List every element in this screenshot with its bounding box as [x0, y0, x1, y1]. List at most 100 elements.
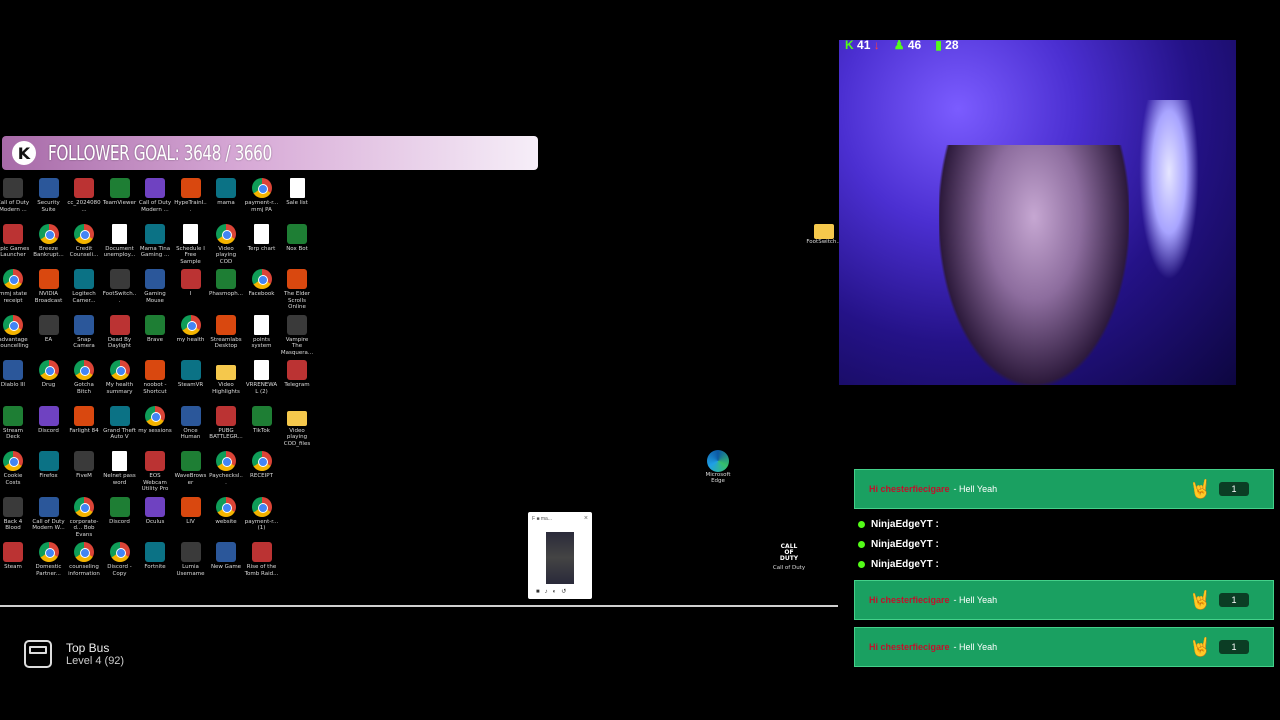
desktop-icon[interactable]: Streamlabs Desktop	[209, 314, 243, 350]
desktop-icon[interactable]: Rise of the Tomb Raid...	[245, 542, 279, 577]
taskbar-window-preview[interactable]: F ■ ma... × ■♪◐↺	[528, 512, 592, 599]
desktop-icon[interactable]: Phasmoph...	[209, 269, 243, 298]
desktop-icon[interactable]: Terp chart	[245, 223, 279, 253]
desktop-icon[interactable]: Video Highlights	[209, 360, 243, 395]
desktop-icon[interactable]: TikTok	[245, 405, 279, 435]
desktop-icon[interactable]: NVIDIA Broadcast	[32, 269, 66, 304]
desktop-icon-microsoft-edge[interactable]: Microsoft Edge	[698, 450, 738, 484]
desktop-icon-label: EA	[44, 336, 53, 343]
desktop-icon[interactable]: Fortnite	[138, 542, 172, 571]
desktop-icon[interactable]: Drug	[32, 360, 66, 389]
desktop-icon[interactable]: Firefox	[32, 451, 66, 480]
desktop-icon[interactable]: New Game	[209, 542, 243, 571]
desktop-icon[interactable]: Video playing COD	[209, 223, 243, 266]
desktop-icon[interactable]: Oculus	[138, 496, 172, 526]
desktop-icon[interactable]: Call of Duty Modern ...	[138, 178, 172, 213]
desktop-icon[interactable]: payment-r... mmj PA	[245, 178, 279, 213]
app-icon	[3, 405, 23, 426]
desktop-icon[interactable]: mmj state receipt	[0, 269, 30, 304]
desktop-icon[interactable]: The Elder Scrolls Online	[280, 269, 314, 311]
desktop-icon[interactable]: Telegram	[280, 360, 314, 389]
desktop-icon[interactable]: EA	[32, 314, 66, 344]
desktop-icon[interactable]: Brave	[138, 314, 172, 344]
desktop-icon[interactable]: website	[209, 496, 243, 526]
chat-username: Hi chesterfiecigare	[869, 642, 950, 652]
desktop-icon-label: website	[215, 518, 237, 525]
desktop-icon[interactable]: TeamViewer	[103, 178, 137, 207]
desktop-icon[interactable]: Lumia Username	[174, 542, 208, 577]
desktop-icon[interactable]: mama	[209, 178, 243, 207]
desktop-icon[interactable]: Credit Counseli...	[67, 223, 101, 259]
desktop-icon[interactable]: Farlight 84	[67, 405, 101, 435]
desktop-icon[interactable]: Stream Deck	[0, 405, 30, 441]
desktop-icon[interactable]: Dead By Daylight	[103, 314, 137, 350]
desktop-icon[interactable]: Breeze Bankrupt...	[32, 223, 66, 259]
desktop-icon[interactable]: EOS Webcam Utility Pro	[138, 451, 172, 493]
desktop-icon-footswitch-folder[interactable]: FootSwitch...	[804, 224, 844, 245]
desktop-icon[interactable]: Grand Theft Auto V	[103, 405, 137, 441]
desktop-icon[interactable]: Call of Duty Modern ...	[0, 178, 30, 213]
desktop-icon[interactable]: my sessions	[138, 405, 172, 435]
desktop-icon[interactable]: Cookie Costs	[0, 451, 30, 486]
desktop-icon[interactable]: Mama Tina Gaming ...	[138, 223, 172, 259]
close-icon[interactable]: ×	[584, 515, 588, 522]
desktop-icon[interactable]: PUBG BATTLEGR...	[209, 405, 243, 441]
desktop-icon[interactable]: advantage councelling	[0, 314, 30, 350]
desktop-icon[interactable]: FootSwitch...	[103, 269, 137, 304]
ghost-decoration	[1139, 100, 1199, 280]
preview-controls[interactable]: ■♪◐↺	[536, 588, 571, 595]
desktop-icon[interactable]: Discord - Copy	[103, 542, 137, 577]
reward-count: 1	[1219, 640, 1249, 654]
desktop-icon[interactable]: WaveBrowser	[174, 451, 208, 486]
desktop-icon[interactable]: noobot - Shortcut	[138, 360, 172, 395]
desktop-icon[interactable]: Nox Bot	[280, 223, 314, 253]
desktop-icon[interactable]: Sale list	[280, 178, 314, 207]
desktop-icon[interactable]: Discord	[103, 496, 137, 526]
desktop-icon[interactable]: Logitech Camer...	[67, 269, 101, 304]
stream-stats: K 41 ↓ ♟ 46 ▮ 28	[845, 38, 959, 52]
desktop-icon[interactable]: Schedule I Free Sample	[174, 223, 208, 266]
app-icon	[109, 269, 130, 289]
desktop-icon[interactable]: Back 4 Blood	[0, 496, 30, 532]
desktop-icon[interactable]: Once Human	[174, 405, 208, 441]
desktop-icon-label: RECEIPT	[250, 473, 273, 479]
desktop-icon[interactable]: Diablo III	[0, 360, 30, 389]
status-dot-icon	[858, 541, 865, 548]
app-icon	[251, 178, 272, 198]
desktop-icon[interactable]: Nelnet pass word	[103, 451, 137, 486]
desktop-icon[interactable]: Gaming Mouse	[138, 269, 172, 304]
desktop-icon[interactable]: Security Suite	[32, 178, 66, 213]
desktop-icon[interactable]: Paychecksl...	[209, 451, 243, 486]
desktop-icon[interactable]: Facebook	[245, 269, 279, 298]
desktop-icon[interactable]: Snap Camera	[67, 314, 101, 350]
desktop-icon[interactable]: corporate-d... Bob Evans	[67, 496, 101, 539]
desktop-icon-call-of-duty[interactable]: CALL OF DUTY Call of Duty	[769, 543, 809, 572]
app-icon	[145, 269, 165, 289]
desktop-icon[interactable]: Video playing COD_files	[280, 406, 314, 448]
desktop-icon[interactable]: my health	[174, 314, 208, 344]
desktop-icon[interactable]: FiveM	[67, 451, 101, 480]
desktop-icon[interactable]: I	[174, 269, 208, 298]
desktop-icon[interactable]: Epic Games Launcher	[0, 223, 30, 259]
desktop-icon[interactable]: points system	[245, 314, 279, 350]
desktop-icon[interactable]: Domestic Partner...	[32, 542, 66, 577]
desktop-icon[interactable]: LIV	[174, 496, 208, 526]
desktop-icon[interactable]: HypeTrainI...	[174, 178, 208, 213]
desktop-icon[interactable]: SteamVR	[174, 360, 208, 389]
call-of-duty-icon: CALL OF DUTY	[779, 543, 799, 562]
desktop-icon[interactable]: cc_2024080...	[67, 178, 101, 213]
desktop-icon[interactable]: Vampire The Masquera...	[280, 314, 314, 357]
desktop-icon[interactable]: My health summary	[103, 360, 137, 395]
desktop-icon[interactable]: VRRENEWAL (2)	[245, 360, 279, 395]
desktop-icon[interactable]: counseling information	[67, 542, 101, 577]
app-icon	[3, 451, 23, 471]
desktop-icon[interactable]: Document unemploy...	[103, 223, 137, 259]
desktop-icon[interactable]: RECEIPT	[245, 451, 279, 480]
desktop-icon-label: PUBG BATTLEGR...	[209, 427, 243, 441]
desktop-icon[interactable]: Call of Duty Modern W...	[32, 496, 66, 532]
desktop-icon[interactable]: Steam	[0, 542, 30, 571]
desktop-icon[interactable]: Gotcha Bitch	[67, 360, 101, 395]
desktop-icon[interactable]: payment-r... (1)	[245, 496, 279, 532]
desktop-icon[interactable]: Discord	[32, 405, 66, 435]
desktop-icon-label: Discord	[38, 427, 59, 434]
